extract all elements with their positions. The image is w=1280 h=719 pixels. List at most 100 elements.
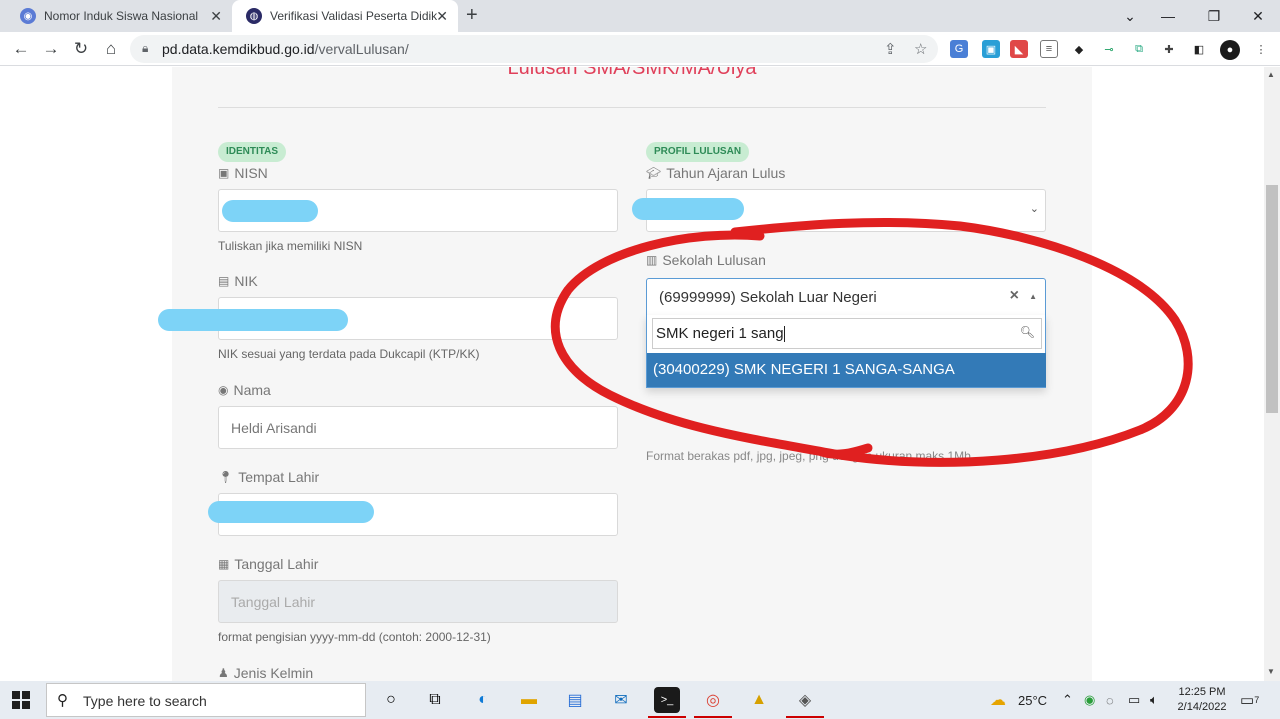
restore-icon[interactable]: ❐ xyxy=(1192,0,1236,32)
browser-toolbar: ← → ↻ ⌂ 🔒︎ pd.data.kemdikbud.go.id/verva… xyxy=(0,32,1280,66)
school-option[interactable]: (30400229) SMK NEGERI 1 SANGA-SANGA xyxy=(647,353,1046,387)
search-query: SMK negeri 1 sang xyxy=(656,325,784,342)
reload-icon[interactable]: ↻ xyxy=(70,38,92,60)
close-tab-icon[interactable]: ✕ xyxy=(210,8,222,25)
user-icon: ♟ xyxy=(218,666,229,680)
mask-extension-icon[interactable]: ◆ xyxy=(1070,40,1088,58)
sekolah-lulusan-label: ▥ Sekolah Lulusan xyxy=(646,252,766,268)
network-icon[interactable]: ▭ xyxy=(1128,681,1140,719)
weather-icon[interactable]: ☁ xyxy=(990,681,1006,719)
globe-icon: ◍ xyxy=(246,8,262,24)
profile-avatar[interactable]: ● xyxy=(1220,40,1240,60)
nama-value: Heldi Arisandi xyxy=(231,419,317,436)
bookmark-star-icon[interactable]: ☆ xyxy=(914,40,927,58)
app-cube-icon[interactable]: ◈ xyxy=(792,687,818,713)
tab-nisn[interactable]: ◉ Nomor Induk Siswa Nasional ✕ xyxy=(6,0,232,32)
tanggal-lahir-help: format pengisian yyyy-mm-dd (contoh: 200… xyxy=(218,630,491,644)
cortana-icon[interactable]: ○ xyxy=(378,687,404,713)
active-indicator xyxy=(786,716,824,718)
copy-extension-icon[interactable]: ⧉ xyxy=(1130,40,1148,58)
close-window-icon[interactable]: ✕ xyxy=(1236,0,1280,32)
forward-icon[interactable]: → xyxy=(40,38,62,60)
redaction-mark xyxy=(222,200,318,222)
scroll-up-icon[interactable]: ▲ xyxy=(1267,70,1275,79)
lock-icon: 🔒︎ xyxy=(142,41,149,55)
chevron-up-icon[interactable]: ⌃ xyxy=(1062,681,1073,719)
clear-icon[interactable]: × xyxy=(1010,287,1019,305)
identitas-badge: IDENTITAS xyxy=(218,142,287,162)
map-pin-icon: 📍︎ xyxy=(218,470,234,484)
nisn-label: ▣ NISN xyxy=(218,165,268,181)
school-search-input[interactable]: SMK negeri 1 sang xyxy=(652,318,1042,349)
wifi-icon[interactable]: ◌ xyxy=(1106,681,1114,719)
sekolah-lulusan-select[interactable]: (69999999) Sekolah Luar Negeri × ▲ xyxy=(646,278,1046,316)
side-panel-icon[interactable]: ◧ xyxy=(1190,40,1208,58)
clock[interactable]: 12:25 PM 2/14/2022 xyxy=(1172,685,1232,715)
nisn-help: Tuliskan jika memiliki NISN xyxy=(218,239,363,253)
task-view-icon[interactable]: ⧉ xyxy=(422,687,448,713)
calendar-icon: ▦ xyxy=(218,557,230,571)
minimize-icon[interactable]: — xyxy=(1146,0,1190,32)
user-circle-icon: ◉ xyxy=(218,383,229,397)
selected-school: (69999999) Sekolah Luar Negeri xyxy=(659,289,877,306)
back-icon[interactable]: ← xyxy=(10,38,32,60)
profil-lulusan-badge: PROFIL LULUSAN xyxy=(646,142,750,162)
puzzle-extensions-icon[interactable]: ✚ xyxy=(1160,40,1178,58)
weather-temp[interactable]: 25°C xyxy=(1018,681,1047,719)
tanggal-lahir-input[interactable]: Tanggal Lahir xyxy=(218,580,618,623)
document-extension-icon[interactable]: ≡ xyxy=(1040,40,1058,58)
scrollbar[interactable]: ▲ ▼ xyxy=(1264,67,1280,681)
scroll-thumb[interactable] xyxy=(1266,185,1278,413)
edge-icon[interactable]: ◐ xyxy=(470,687,496,713)
terminal-icon[interactable]: >_ xyxy=(654,687,680,713)
notification-icon[interactable]: ▭ 7 xyxy=(1240,681,1259,719)
chevron-down-icon: ⌄ xyxy=(1029,203,1039,215)
mail-icon[interactable]: ✉ xyxy=(608,687,634,713)
extension-icon[interactable]: ▣ xyxy=(982,40,1000,58)
redaction-mark xyxy=(208,501,374,523)
active-indicator xyxy=(648,716,686,718)
megaphone-extension-icon[interactable]: ◣ xyxy=(1010,40,1028,58)
page-title: Lulusan SMA/SMK/MA/Ulya xyxy=(507,67,757,79)
close-tab-icon[interactable]: ✕ xyxy=(436,8,448,25)
tab-verval[interactable]: ◍ Verifikasi Validasi Peserta Didik Lu ✕ xyxy=(232,0,458,32)
graduation-cap-icon: 🎓︎ xyxy=(646,166,662,180)
id-card-icon: ▣ xyxy=(218,166,230,180)
translate-extension-icon[interactable]: G xyxy=(950,40,968,58)
globe-icon: ◉ xyxy=(20,8,36,24)
key-extension-icon[interactable]: ⊸ xyxy=(1100,40,1118,58)
scroll-down-icon[interactable]: ▼ xyxy=(1267,667,1275,676)
page-viewport: Lulusan SMA/SMK/MA/Ulya IDENTITAS ▣ NISN … xyxy=(0,67,1264,681)
caret-up-icon[interactable]: ▲ xyxy=(1029,292,1037,301)
tab-title: Verifikasi Validasi Peserta Didik Lu xyxy=(270,9,440,23)
new-tab-icon[interactable]: + xyxy=(466,4,478,27)
windows-start-icon[interactable] xyxy=(12,691,30,709)
search-icon: ⚲ xyxy=(57,692,68,709)
chrome-icon[interactable]: ◎ xyxy=(700,687,726,713)
tray-app-icon[interactable]: ◉ xyxy=(1084,681,1095,719)
search-icon: 🔍︎ xyxy=(1019,325,1035,339)
redaction-mark xyxy=(632,198,744,220)
volume-icon[interactable]: 🔈︎ xyxy=(1150,681,1158,719)
address-bar[interactable]: 🔒︎ pd.data.kemdikbud.go.id/vervalLulusan… xyxy=(130,35,938,63)
nama-input[interactable]: Heldi Arisandi xyxy=(218,406,618,449)
tahun-ajaran-label: 🎓︎ Tahun Ajaran Lulus xyxy=(646,165,786,181)
school-dropdown: SMK negeri 1 sang 🔍︎ (30400229) SMK NEGE… xyxy=(646,315,1046,388)
tab-title: Nomor Induk Siswa Nasional xyxy=(44,9,199,23)
menu-kebab-icon[interactable]: ⋮ xyxy=(1252,40,1270,58)
windows-taskbar: ⚲ Type here to search ○ ⧉ ◐ ▬ ▤ ✉ >_ ◎ ▲… xyxy=(0,681,1280,719)
share-icon[interactable]: ⇪ xyxy=(884,40,897,58)
notification-count: 7 xyxy=(1254,695,1260,705)
nik-help: NIK sesuai yang terdata pada Dukcapil (K… xyxy=(218,347,480,361)
tempat-lahir-label: 📍︎ Tempat Lahir xyxy=(218,469,320,485)
upload-help: Format berakas pdf, jpg, jpeg, png denga… xyxy=(646,449,971,463)
tanggal-lahir-placeholder: Tanggal Lahir xyxy=(231,593,316,610)
home-icon[interactable]: ⌂ xyxy=(100,38,122,60)
nama-label: ◉ Nama xyxy=(218,382,271,398)
store-icon[interactable]: ▤ xyxy=(562,687,588,713)
file-explorer-icon[interactable]: ▬ xyxy=(516,687,542,713)
app-triangle-icon[interactable]: ▲ xyxy=(746,687,772,713)
active-indicator xyxy=(694,716,732,718)
tanggal-lahir-label: ▦ Tanggal Lahir xyxy=(218,556,319,572)
taskbar-search[interactable]: ⚲ Type here to search xyxy=(46,683,366,717)
